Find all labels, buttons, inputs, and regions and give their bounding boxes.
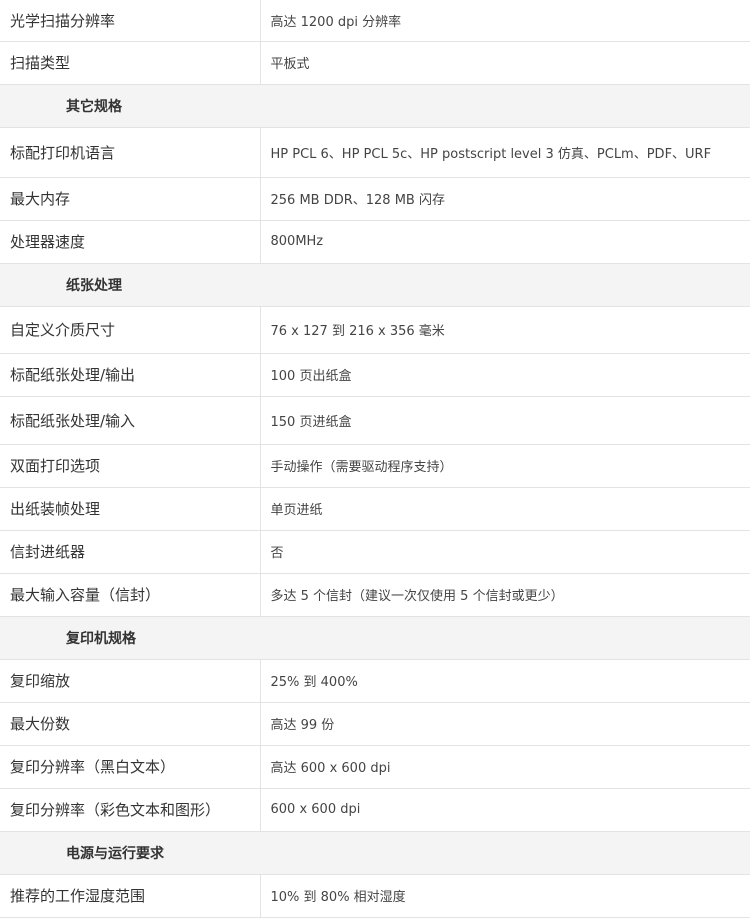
spec-row: 标配纸张处理/输出 100 页出纸盒 bbox=[0, 353, 750, 397]
spec-value: 否 bbox=[260, 530, 750, 574]
spec-row: 自定义介质尺寸 76 x 127 到 216 x 356 毫米 bbox=[0, 306, 750, 354]
spec-label: 推荐的工作湿度范围 bbox=[0, 874, 261, 918]
section-header-label: 纸张处理 bbox=[0, 263, 750, 307]
spec-row: 出纸装帧处理 单页进纸 bbox=[0, 487, 750, 531]
spec-row: 双面打印选项 手动操作（需要驱动程序支持） bbox=[0, 444, 750, 488]
spec-label: 处理器速度 bbox=[0, 220, 261, 264]
section-header-label: 复印机规格 bbox=[0, 616, 750, 660]
spec-label: 最大份数 bbox=[0, 702, 261, 746]
spec-label: 标配纸张处理/输入 bbox=[0, 396, 261, 445]
spec-row: 信封进纸器否 bbox=[0, 530, 750, 574]
spec-value: 平板式 bbox=[260, 41, 750, 85]
spec-row: 标配纸张处理/输入 150 页进纸盒 bbox=[0, 396, 750, 445]
spec-label: 双面打印选项 bbox=[0, 444, 261, 488]
spec-value: HP PCL 6、HP PCL 5c、HP postscript level 3… bbox=[260, 127, 750, 178]
spec-row: 最大份数 高达 99 份 bbox=[0, 702, 750, 746]
spec-label: 标配纸张处理/输出 bbox=[0, 353, 261, 397]
section-header-row: 其它规格 bbox=[0, 84, 750, 128]
spec-row: 复印缩放 25% 到 400% bbox=[0, 659, 750, 703]
section-header-row: 复印机规格 bbox=[0, 616, 750, 660]
section-header-row: 纸张处理 bbox=[0, 263, 750, 307]
spec-label: 光学扫描分辨率 bbox=[0, 0, 261, 42]
section-header-label: 电源与运行要求 bbox=[0, 831, 750, 875]
spec-value: 多达 5 个信封（建议一次仅使用 5 个信封或更少） bbox=[260, 573, 750, 617]
spec-table: 光学扫描分辨率 高达 1200 dpi 分辨率 扫描类型 平板式 其它规格 标配打印机语言… bbox=[0, 0, 750, 918]
spec-value: 单页进纸 bbox=[260, 487, 750, 531]
spec-label: 出纸装帧处理 bbox=[0, 487, 261, 531]
spec-value: 76 x 127 到 216 x 356 毫米 bbox=[260, 306, 750, 354]
spec-row: 复印分辨率（彩色文本和图形） 600 x 600 dpi bbox=[0, 788, 750, 832]
spec-label: 最大输入容量（信封） bbox=[0, 573, 261, 617]
spec-value: 100 页出纸盒 bbox=[260, 353, 750, 397]
spec-value: 高达 600 x 600 dpi bbox=[260, 745, 750, 789]
spec-row: 最大内存 256 MB DDR、128 MB 闪存 bbox=[0, 177, 750, 221]
spec-row: 推荐的工作湿度范围 10% 到 80% 相对湿度 bbox=[0, 874, 750, 918]
spec-value: 高达 99 份 bbox=[260, 702, 750, 746]
spec-label: 复印分辨率（黑白文本） bbox=[0, 745, 261, 789]
spec-label: 复印分辨率（彩色文本和图形） bbox=[0, 788, 261, 832]
spec-value: 800MHz bbox=[260, 220, 750, 264]
spec-value: 256 MB DDR、128 MB 闪存 bbox=[260, 177, 750, 221]
section-header-label: 其它规格 bbox=[0, 84, 750, 128]
spec-row: 光学扫描分辨率 高达 1200 dpi 分辨率 bbox=[0, 0, 750, 42]
section-header-row: 电源与运行要求 bbox=[0, 831, 750, 875]
spec-value: 25% 到 400% bbox=[260, 659, 750, 703]
spec-value: 600 x 600 dpi bbox=[260, 788, 750, 832]
spec-label: 最大内存 bbox=[0, 177, 261, 221]
spec-label: 自定义介质尺寸 bbox=[0, 306, 261, 354]
spec-row: 复印分辨率（黑白文本） 高达 600 x 600 dpi bbox=[0, 745, 750, 789]
spec-row: 扫描类型 平板式 bbox=[0, 41, 750, 85]
spec-value: 150 页进纸盒 bbox=[260, 396, 750, 445]
spec-label: 标配打印机语言 bbox=[0, 127, 261, 178]
spec-label: 扫描类型 bbox=[0, 41, 261, 85]
spec-value: 10% 到 80% 相对湿度 bbox=[260, 874, 750, 918]
spec-value: 手动操作（需要驱动程序支持） bbox=[260, 444, 750, 488]
spec-value: 高达 1200 dpi 分辨率 bbox=[260, 0, 750, 42]
spec-label: 复印缩放 bbox=[0, 659, 261, 703]
spec-row: 最大输入容量（信封） 多达 5 个信封（建议一次仅使用 5 个信封或更少） bbox=[0, 573, 750, 617]
spec-row: 标配打印机语言 HP PCL 6、HP PCL 5c、HP postscript … bbox=[0, 127, 750, 178]
spec-row: 处理器速度 800MHz bbox=[0, 220, 750, 264]
spec-table-body: 光学扫描分辨率 高达 1200 dpi 分辨率 扫描类型 平板式 其它规格 标配打印机语言… bbox=[0, 0, 750, 918]
spec-label: 信封进纸器 bbox=[0, 530, 261, 574]
